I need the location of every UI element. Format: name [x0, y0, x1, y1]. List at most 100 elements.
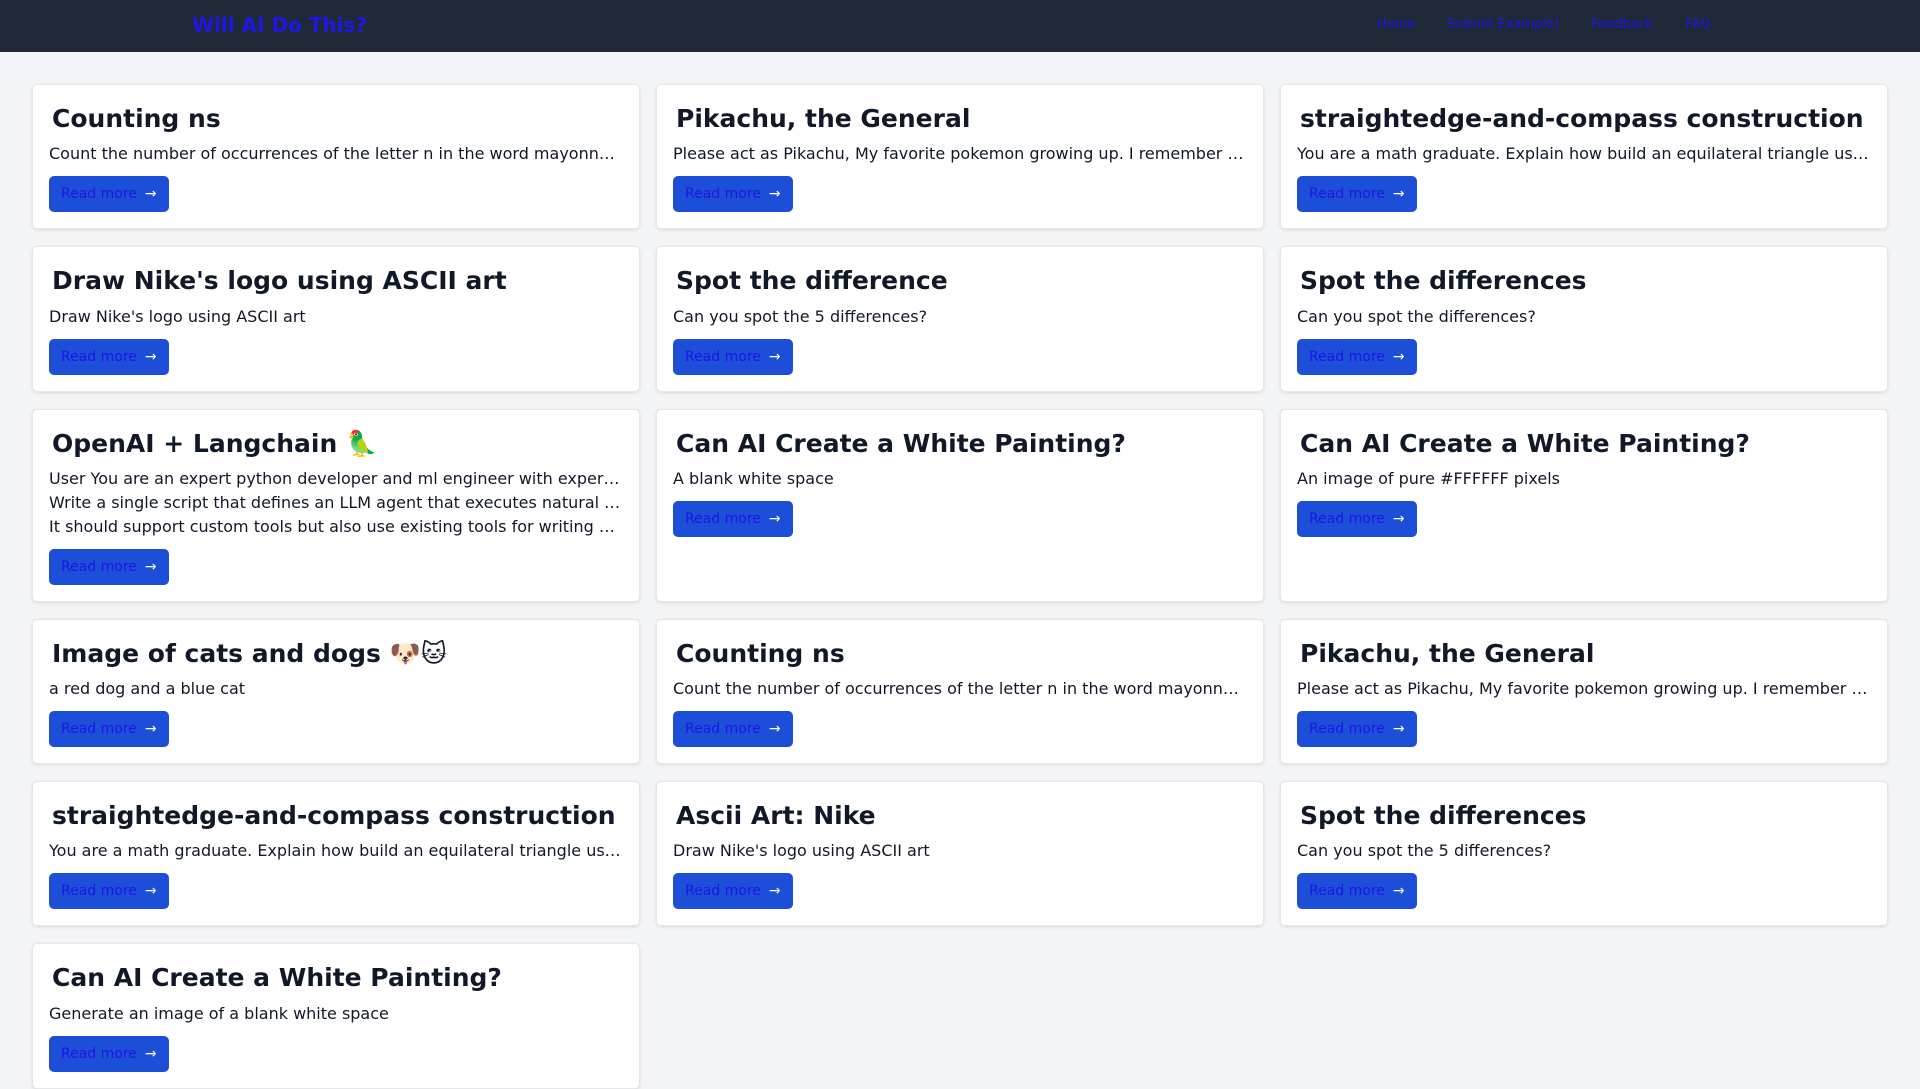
- read-more-label: Read more: [1309, 883, 1385, 900]
- card-description: User You are an expert python developer …: [49, 467, 623, 539]
- read-more-label: Read more: [61, 1045, 137, 1062]
- arrow-right-icon: →: [768, 510, 781, 527]
- nav-links: Home Submit Example! Feedback FAQ: [1377, 17, 1710, 32]
- example-card: Counting ns Count the number of occurrenc…: [656, 618, 1264, 764]
- example-card: Spot the difference Can you spot the 5 di…: [656, 246, 1264, 392]
- card-title: Counting ns: [676, 638, 845, 668]
- card-title: Spot the differences: [1300, 266, 1587, 296]
- read-more-button[interactable]: Read more →: [49, 711, 169, 747]
- card-description: Can you spot the 5 differences?: [673, 305, 1247, 329]
- card-description-line: It should support custom tools but also …: [49, 516, 623, 536]
- card-title: straightedge-and-compass construction: [1300, 104, 1864, 133]
- card-title: Pikachu, the General: [676, 104, 971, 133]
- card-description-line: Can you spot the 5 differences?: [673, 306, 928, 326]
- arrow-right-icon: →: [144, 186, 157, 203]
- arrow-right-icon: →: [144, 721, 157, 737]
- read-more-button[interactable]: Read more →: [1297, 711, 1417, 747]
- card-description: An image of pure #FFFFFF pixels: [1297, 467, 1871, 491]
- card-description-line: Generate an image of a blank white space: [49, 1003, 389, 1023]
- card-description-line: A blank white space: [673, 468, 834, 488]
- arrow-right-icon: →: [1392, 883, 1405, 900]
- read-more-label: Read more: [1309, 510, 1385, 527]
- card-description: Draw Nike's logo using ASCII art: [673, 839, 1247, 863]
- read-more-label: Read more: [1309, 721, 1385, 737]
- card-title: Spot the differences: [1300, 801, 1587, 830]
- arrow-right-icon: →: [144, 558, 157, 575]
- card-grid: Counting ns Count the number of occurrenc…: [32, 84, 1888, 1089]
- read-more-label: Read more: [1309, 348, 1385, 365]
- read-more-button[interactable]: Read more →: [673, 873, 793, 910]
- example-card: Can AI Create a White Painting? A blank w…: [656, 408, 1264, 602]
- card-description-line: Can you spot the differences?: [1297, 306, 1536, 326]
- card-description-line: User You are an expert python developer …: [49, 468, 623, 488]
- card-title: Ascii Art: Nike: [676, 801, 876, 830]
- example-card: Draw Nike's logo using ASCII art Draw Nik…: [32, 246, 640, 392]
- card-description: a red dog and a blue cat: [49, 677, 623, 701]
- nav-faq-link[interactable]: FAQ: [1685, 17, 1710, 32]
- read-more-button[interactable]: Read more →: [49, 548, 169, 585]
- card-title: Counting ns: [52, 104, 221, 133]
- read-more-button[interactable]: Read more →: [1297, 500, 1417, 537]
- example-card: Image of cats and dogs 🐶🐱 a red dog and a…: [32, 618, 640, 764]
- read-more-button[interactable]: Read more →: [1297, 873, 1417, 910]
- example-card: Pikachu, the General Please act as Pikach…: [656, 84, 1264, 230]
- read-more-button[interactable]: Read more →: [49, 873, 169, 910]
- read-more-button[interactable]: Read more →: [673, 711, 793, 747]
- read-more-button[interactable]: Read more →: [49, 176, 169, 213]
- nav-feedback-link[interactable]: Feedback: [1591, 17, 1653, 32]
- example-card: Can AI Create a White Painting? Generate …: [32, 943, 640, 1089]
- card-description: You are a math graduate. Explain how bui…: [49, 839, 623, 863]
- arrow-right-icon: →: [144, 348, 157, 365]
- arrow-right-icon: →: [1392, 721, 1405, 737]
- card-description: Please act as Pikachu, My favorite pokem…: [1297, 677, 1871, 701]
- example-card: OpenAI + Langchain 🦜 User You are an expe…: [32, 408, 640, 602]
- read-more-label: Read more: [61, 558, 137, 575]
- card-title: OpenAI + Langchain 🦜: [52, 428, 378, 458]
- read-more-button[interactable]: Read more →: [673, 500, 793, 537]
- read-more-button[interactable]: Read more →: [49, 338, 169, 375]
- nav-home-link[interactable]: Home: [1377, 17, 1415, 32]
- arrow-right-icon: →: [1392, 510, 1405, 527]
- arrow-right-icon: →: [768, 186, 781, 203]
- read-more-label: Read more: [61, 883, 137, 900]
- card-description-line: Count the number of occurrences of the l…: [673, 679, 1247, 698]
- card-description-line: a red dog and a blue cat: [49, 679, 246, 698]
- read-more-label: Read more: [61, 721, 137, 737]
- read-more-button[interactable]: Read more →: [1297, 176, 1417, 213]
- arrow-right-icon: →: [144, 883, 157, 900]
- read-more-button[interactable]: Read more →: [49, 1035, 169, 1072]
- card-description: Count the number of occurrences of the l…: [49, 142, 623, 166]
- card-description-line: Write a single script that defines an LL…: [49, 492, 623, 512]
- read-more-label: Read more: [61, 186, 137, 203]
- example-card: Spot the differences Can you spot the dif…: [1280, 246, 1888, 392]
- arrow-right-icon: →: [1392, 186, 1405, 203]
- read-more-label: Read more: [685, 186, 761, 203]
- card-description-line: An image of pure #FFFFFF pixels: [1297, 468, 1560, 488]
- card-title: Can AI Create a White Painting?: [1300, 428, 1750, 458]
- read-more-button[interactable]: Read more →: [673, 176, 793, 213]
- arrow-right-icon: →: [144, 1045, 157, 1062]
- example-card: Ascii Art: Nike Draw Nike's logo using AS…: [656, 781, 1264, 927]
- card-title: Pikachu, the General: [1300, 638, 1595, 668]
- arrow-right-icon: →: [768, 883, 781, 900]
- card-description: You are a math graduate. Explain how bui…: [1297, 142, 1871, 166]
- card-description-line: Count the number of occurrences of the l…: [49, 144, 623, 164]
- card-title: straightedge-and-compass construction: [52, 801, 616, 830]
- card-description-line: You are a math graduate. Explain how bui…: [1297, 144, 1871, 164]
- brand-link[interactable]: Will AI Do This?: [192, 13, 367, 37]
- example-card: Can AI Create a White Painting? An image …: [1280, 408, 1888, 602]
- card-description: Draw Nike's logo using ASCII art: [49, 305, 623, 329]
- read-more-label: Read more: [685, 721, 761, 737]
- card-description: Count the number of occurrences of the l…: [673, 677, 1247, 701]
- read-more-button[interactable]: Read more →: [673, 338, 793, 375]
- read-more-button[interactable]: Read more →: [1297, 338, 1417, 375]
- example-card: straightedge-and-compass construction You…: [32, 781, 640, 927]
- card-title: Spot the difference: [676, 266, 948, 296]
- nav-submit-example-link[interactable]: Submit Example!: [1447, 17, 1559, 32]
- card-description: A blank white space: [673, 467, 1247, 491]
- read-more-label: Read more: [61, 348, 137, 365]
- card-description-line: Please act as Pikachu, My favorite pokem…: [673, 144, 1247, 164]
- card-description-line: Draw Nike's logo using ASCII art: [49, 306, 306, 326]
- card-title: Image of cats and dogs 🐶🐱: [52, 638, 447, 668]
- read-more-label: Read more: [685, 348, 761, 365]
